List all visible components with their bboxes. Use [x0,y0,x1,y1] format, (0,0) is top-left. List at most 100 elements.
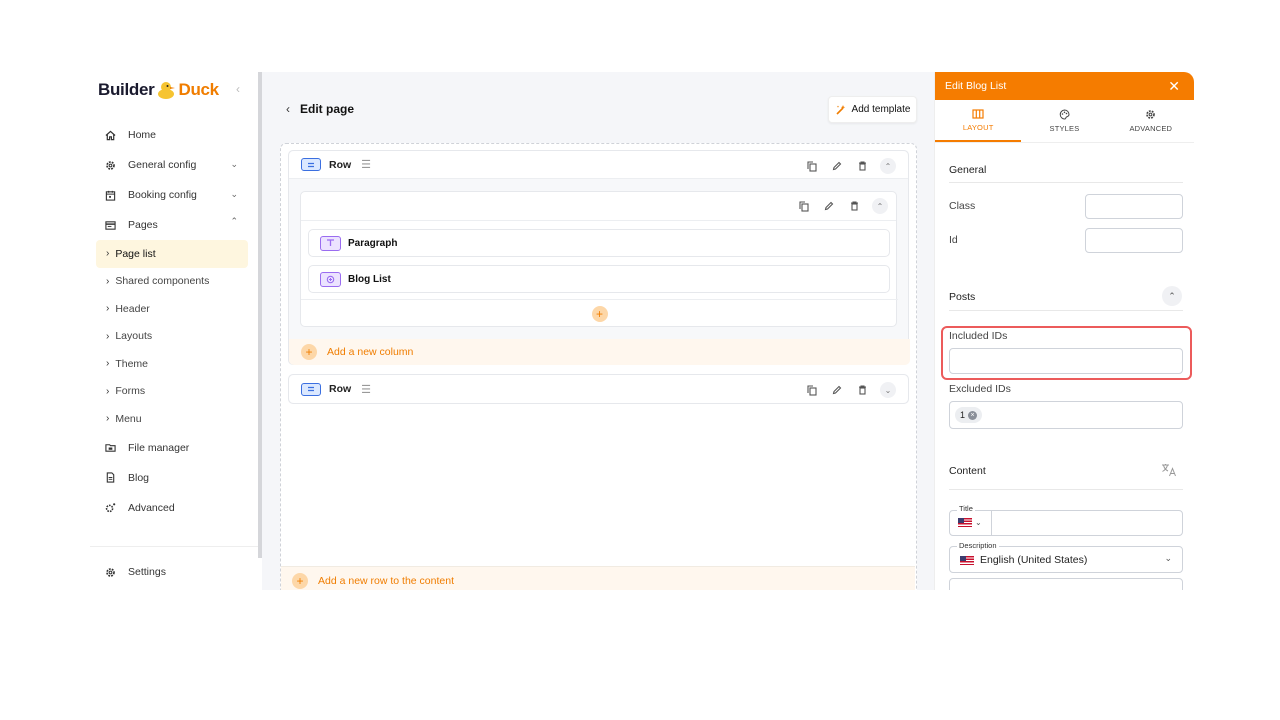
sidebar-subitem-layouts[interactable]: › Layouts [90,323,258,351]
row-block[interactable]: Row ☰ ⌄ [288,374,909,404]
sidebar-subitem-shared-components[interactable]: › Shared components [90,268,258,296]
sidebar-item-home[interactable]: Home [90,120,258,150]
delete-icon[interactable] [855,159,869,173]
description-field-label: Description [957,541,999,550]
translate-icon[interactable] [1161,463,1177,480]
tab-styles[interactable]: STYLES [1021,100,1107,142]
sidebar-item-booking-config[interactable]: Booking config ⌄ [90,180,258,210]
description-language-label: English (United States) [980,554,1088,566]
field-divider [991,511,992,535]
copy-icon[interactable] [805,383,819,397]
magic-wand-icon [835,104,845,115]
class-input[interactable] [1085,194,1183,219]
gear-icon [1146,110,1156,119]
edit-pencil-icon[interactable] [830,159,844,173]
edit-pencil-icon[interactable] [822,199,836,213]
widget-blog-list[interactable]: Blog List [308,265,890,293]
title-field[interactable]: ⌄ [949,510,1183,536]
logo-text-duck: Duck [178,80,219,99]
panel-header: Edit Blog List ✕ [935,72,1194,100]
page-title: Edit page [300,102,355,116]
advanced-gear-icon [104,502,116,514]
description-select-value: English (United States) [960,554,1087,566]
sidebar-subitem-header[interactable]: › Header [90,295,258,323]
delete-icon[interactable] [847,199,861,213]
id-label: Id [949,234,958,246]
us-flag-icon [960,555,974,565]
sidebar-item-settings[interactable]: Settings [90,557,166,587]
tab-advanced[interactable]: ADVANCED [1108,100,1194,142]
plus-icon: + [292,572,308,589]
sidebar-item-file-manager[interactable]: File manager [90,433,258,463]
rich-text-toolbar[interactable] [949,578,1183,590]
row-icon [301,382,321,396]
edit-pencil-icon[interactable] [830,383,844,397]
sidebar-divider [90,546,258,547]
add-column-button[interactable]: + Add a new column [289,339,910,365]
sidebar-subitem-menu[interactable]: › Menu [90,405,258,433]
sidebar-item-label: Settings [128,566,166,578]
sidebar-item-label: Blog [128,471,150,484]
row-icon [301,158,321,171]
sidebar-item-label: Advanced [128,501,175,514]
chip-remove-icon[interactable]: × [968,410,978,420]
widget-paragraph[interactable]: Paragraph [308,229,890,257]
description-language-select[interactable]: English (United States) ⌄ [949,546,1183,573]
sidebar-item-general-config[interactable]: General config ⌄ [90,150,258,180]
collapse-sidebar-icon[interactable]: ‹ [236,82,240,96]
add-template-button[interactable]: Add template [828,96,917,123]
included-ids-input[interactable] [949,348,1183,374]
document-icon [104,472,116,484]
delete-icon[interactable] [855,383,869,397]
back-arrow-icon[interactable]: ‹ [286,102,290,116]
edit-panel: Edit Blog List ✕ LAYOUT STYLES ADVANCED … [934,72,1194,590]
expand-down-icon[interactable]: ⌄ [880,382,896,398]
row-header: Row ☰ ⌄ [289,375,908,403]
copy-icon[interactable] [797,199,811,213]
chevron-right-icon: › [106,248,110,260]
sidebar-subitem-page-list[interactable]: › Page list [96,240,248,268]
logo-text-builder: Builder [98,80,155,99]
excluded-ids-input[interactable]: 1 × [949,401,1183,429]
drag-handle-icon[interactable]: ☰ [361,383,371,396]
sidebar-subitem-label: Theme [115,357,149,370]
collapse-up-icon[interactable]: ⌃ [872,198,888,214]
add-template-label: Add template [851,104,911,115]
id-input[interactable] [1085,228,1183,253]
row-block[interactable]: Row ☰ ⌃ ⌃ Paragraph Blog List + + Add a … [288,150,910,365]
us-flag-icon [958,518,972,527]
sidebar-item-advanced[interactable]: Advanced [90,493,258,523]
chevron-right-icon: › [106,275,110,287]
chevron-right-icon: › [106,303,110,315]
app-window: Builder Duck ‹ Home General config ⌄ Boo… [90,72,1194,590]
add-widget-plus-icon[interactable]: + [591,306,608,322]
language-selector[interactable]: ⌄ [958,518,982,527]
columns-icon [972,108,984,119]
sidebar-subitem-theme[interactable]: › Theme [90,350,258,378]
collapse-posts-icon[interactable]: ⌃ [1162,286,1182,306]
chevron-right-icon: › [106,358,110,370]
sidebar-subitem-forms[interactable]: › Forms [90,378,258,406]
add-row-button[interactable]: + Add a new row to the content [281,566,915,590]
drag-handle-icon[interactable]: ☰ [361,158,371,171]
row-label: Row [329,158,352,171]
tab-layout[interactable]: LAYOUT [935,100,1022,142]
calendar-icon [104,189,116,201]
section-divider [949,310,1183,311]
close-icon[interactable]: ✕ [1168,78,1180,95]
logo[interactable]: Builder Duck [98,76,219,104]
sidebar-subitem-label: Layouts [115,330,153,343]
collapse-up-icon[interactable]: ⌃ [880,158,896,174]
column-block[interactable]: ⌃ Paragraph Blog List + [300,191,898,327]
section-divider [949,182,1183,183]
row-tools: ⌄ [805,382,896,398]
chevron-right-icon: › [106,330,110,342]
blog-list-icon [320,271,341,287]
sidebar-item-pages[interactable]: Pages ⌃ [90,210,258,240]
sidebar-item-blog[interactable]: Blog [90,463,258,493]
chevron-right-icon: › [106,385,110,397]
section-posts-title: Posts [949,291,976,303]
copy-icon[interactable] [805,159,819,173]
duck-logo-icon [155,79,177,101]
excluded-id-chip[interactable]: 1 × [955,407,983,423]
